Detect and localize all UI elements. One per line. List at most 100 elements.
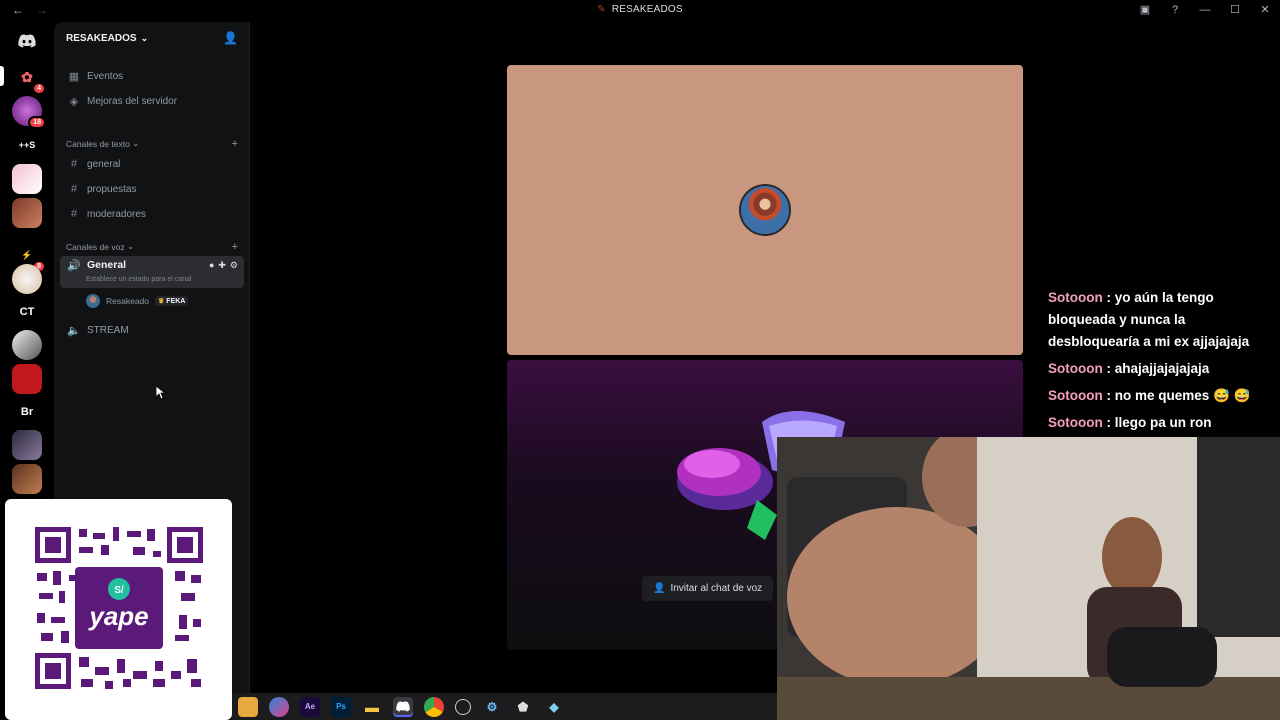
chat-message: Sotooon : yo aún la tengo bloqueada y nu… <box>1048 287 1276 353</box>
hashtag-icon: # <box>70 158 78 170</box>
file-icon[interactable] <box>238 696 258 717</box>
chat-text: : no me quemes 😅 😅 <box>1106 388 1251 403</box>
chat-bubble-icon[interactable]: ● <box>209 260 214 271</box>
help-icon[interactable]: ? <box>1168 4 1182 16</box>
inbox-icon[interactable]: ▣ <box>1138 3 1152 16</box>
voice-member[interactable]: Resakeado ♛ FEKA <box>86 294 189 308</box>
add-member-icon[interactable]: ✚ <box>218 260 226 271</box>
server-header[interactable]: RESAKEADOS ⌄ 👤 <box>54 22 250 54</box>
badge: 18 <box>28 116 46 129</box>
webcam-overlay <box>777 437 1280 720</box>
events-label: Eventos <box>87 70 124 82</box>
boost-icon: ◈ <box>69 95 79 108</box>
add-user-icon: 👤 <box>653 583 666 594</box>
add-channel-icon[interactable]: + <box>232 241 238 253</box>
chat-message: Sotooon : no me quemes 😅 😅 <box>1048 385 1276 407</box>
crown-icon: ♛ <box>158 298 165 305</box>
server-icon[interactable] <box>12 164 42 194</box>
obs-icon[interactable] <box>455 698 471 715</box>
server-icon[interactable]: ++S <box>12 130 42 160</box>
channel-general[interactable]: # general <box>60 153 244 175</box>
chat-username: Sotooon <box>1048 415 1103 430</box>
voice-channel-label: STREAM <box>87 324 129 336</box>
chat-text: : ahajajjajajajaja <box>1106 361 1210 376</box>
chat-username: Sotooon <box>1048 388 1103 403</box>
chat-message: Sotooon : llego pa un ron <box>1048 412 1276 434</box>
calendar-icon: ▦ <box>68 70 80 83</box>
chrome-icon[interactable] <box>424 696 444 717</box>
window-title: ✎ RESAKEADOS <box>0 4 1280 15</box>
chevron-down-icon: ⌄ <box>140 32 149 43</box>
participant-tile[interactable] <box>507 65 1023 355</box>
maximize-icon[interactable]: ☐ <box>1228 3 1242 16</box>
voice-channel-label: General <box>87 259 127 271</box>
yape-currency: S/ <box>114 585 124 596</box>
window-title-text: RESAKEADOS <box>611 4 683 15</box>
channel-label: general <box>87 158 121 170</box>
member-tag-text: FEKA <box>166 298 186 305</box>
server-icon[interactable]: CT <box>12 297 42 327</box>
discord-home-icon[interactable] <box>12 26 42 56</box>
avatar <box>86 294 100 308</box>
app-icon[interactable]: ◆ <box>544 697 564 717</box>
discord-taskbar-icon[interactable] <box>393 696 413 717</box>
yape-logo: yape <box>87 601 148 631</box>
close-icon[interactable]: ✕ <box>1258 3 1272 16</box>
server-icon[interactable]: ✿ 4 <box>12 62 46 95</box>
add-channel-icon[interactable]: + <box>232 138 238 150</box>
hashtag-icon: # <box>70 208 78 220</box>
server-icon[interactable]: 18 <box>12 96 46 129</box>
server-icon[interactable] <box>12 464 42 494</box>
minimize-icon[interactable]: — <box>1198 4 1212 16</box>
channel-propuestas[interactable]: # propuestas <box>60 178 244 200</box>
yape-qr-overlay: S/ yape <box>5 499 232 720</box>
invite-button-label: Invitar al chat de voz <box>670 583 763 594</box>
speaker-icon: 🔈 <box>67 324 81 337</box>
server-name: RESAKEADOS <box>66 32 137 44</box>
taskbar: Ae Ps ▬ ⚙ ⬟ ◆ <box>232 693 777 720</box>
invite-people-icon[interactable]: 👤 <box>223 31 238 45</box>
server-logo-icon: ✎ <box>597 4 606 15</box>
invite-to-voice-button[interactable]: 👤 Invitar al chat de voz <box>642 576 774 601</box>
chat-username: Sotooon <box>1048 361 1103 376</box>
gear-icon[interactable]: ⚙ <box>230 260 238 271</box>
qr-code: S/ yape <box>35 527 203 689</box>
stream-chat-overlay: Sotooon : yo aún la tengo bloqueada y nu… <box>1048 287 1276 439</box>
mouse-cursor-icon <box>156 386 166 400</box>
folder-icon[interactable]: ▬ <box>362 697 382 717</box>
server-icon[interactable] <box>12 364 42 394</box>
chevron-down-icon: ⌄ <box>132 138 140 148</box>
voice-category[interactable]: Canales de voz ⌄ + <box>66 241 238 253</box>
badge: 4 <box>32 82 46 95</box>
photoshop-icon[interactable]: Ps <box>331 696 351 717</box>
chevron-down-icon: ⌄ <box>126 241 135 251</box>
steam-icon[interactable]: ⚙ <box>482 697 502 717</box>
member-name: Resakeado <box>106 296 150 306</box>
shield-icon[interactable]: ⬟ <box>513 697 533 717</box>
voice-channel-general[interactable]: 🔊 General Establece un estado para el ca… <box>60 256 244 288</box>
channel-label: moderadores <box>87 208 146 220</box>
server-icon[interactable] <box>12 330 42 360</box>
category-label: Canales de voz <box>66 241 125 252</box>
copilot-icon[interactable] <box>269 696 289 717</box>
window-controls: ▣ ? — ☐ ✕ <box>1138 3 1272 17</box>
after-effects-icon[interactable]: Ae <box>300 696 320 717</box>
text-category[interactable]: Canales de texto ⌄ + <box>66 138 238 150</box>
server-rail: ✿ 4 18 ++S ⚡ 8 CT Br <box>0 22 54 502</box>
server-icon[interactable] <box>12 430 42 460</box>
voice-status-input[interactable]: Establece un estado para el canal <box>86 276 191 283</box>
chat-text: : llego pa un ron <box>1106 415 1212 430</box>
server-icon[interactable]: Br <box>12 397 42 427</box>
server-icon[interactable] <box>12 264 42 294</box>
events-item[interactable]: ▦ Eventos <box>60 65 244 87</box>
chat-message: Sotooon : ahajajjajajajaja <box>1048 358 1276 380</box>
active-pill <box>0 66 4 86</box>
avatar <box>739 184 791 236</box>
boosts-label: Mejoras del servidor <box>87 95 178 107</box>
channel-label: propuestas <box>87 183 137 195</box>
voice-channel-stream[interactable]: 🔈 STREAM <box>60 319 244 341</box>
server-icon[interactable] <box>12 198 42 228</box>
chat-username: Sotooon <box>1048 290 1103 305</box>
channel-moderadores[interactable]: # moderadores <box>60 203 244 225</box>
server-boosts-item[interactable]: ◈ Mejoras del servidor <box>60 90 244 112</box>
